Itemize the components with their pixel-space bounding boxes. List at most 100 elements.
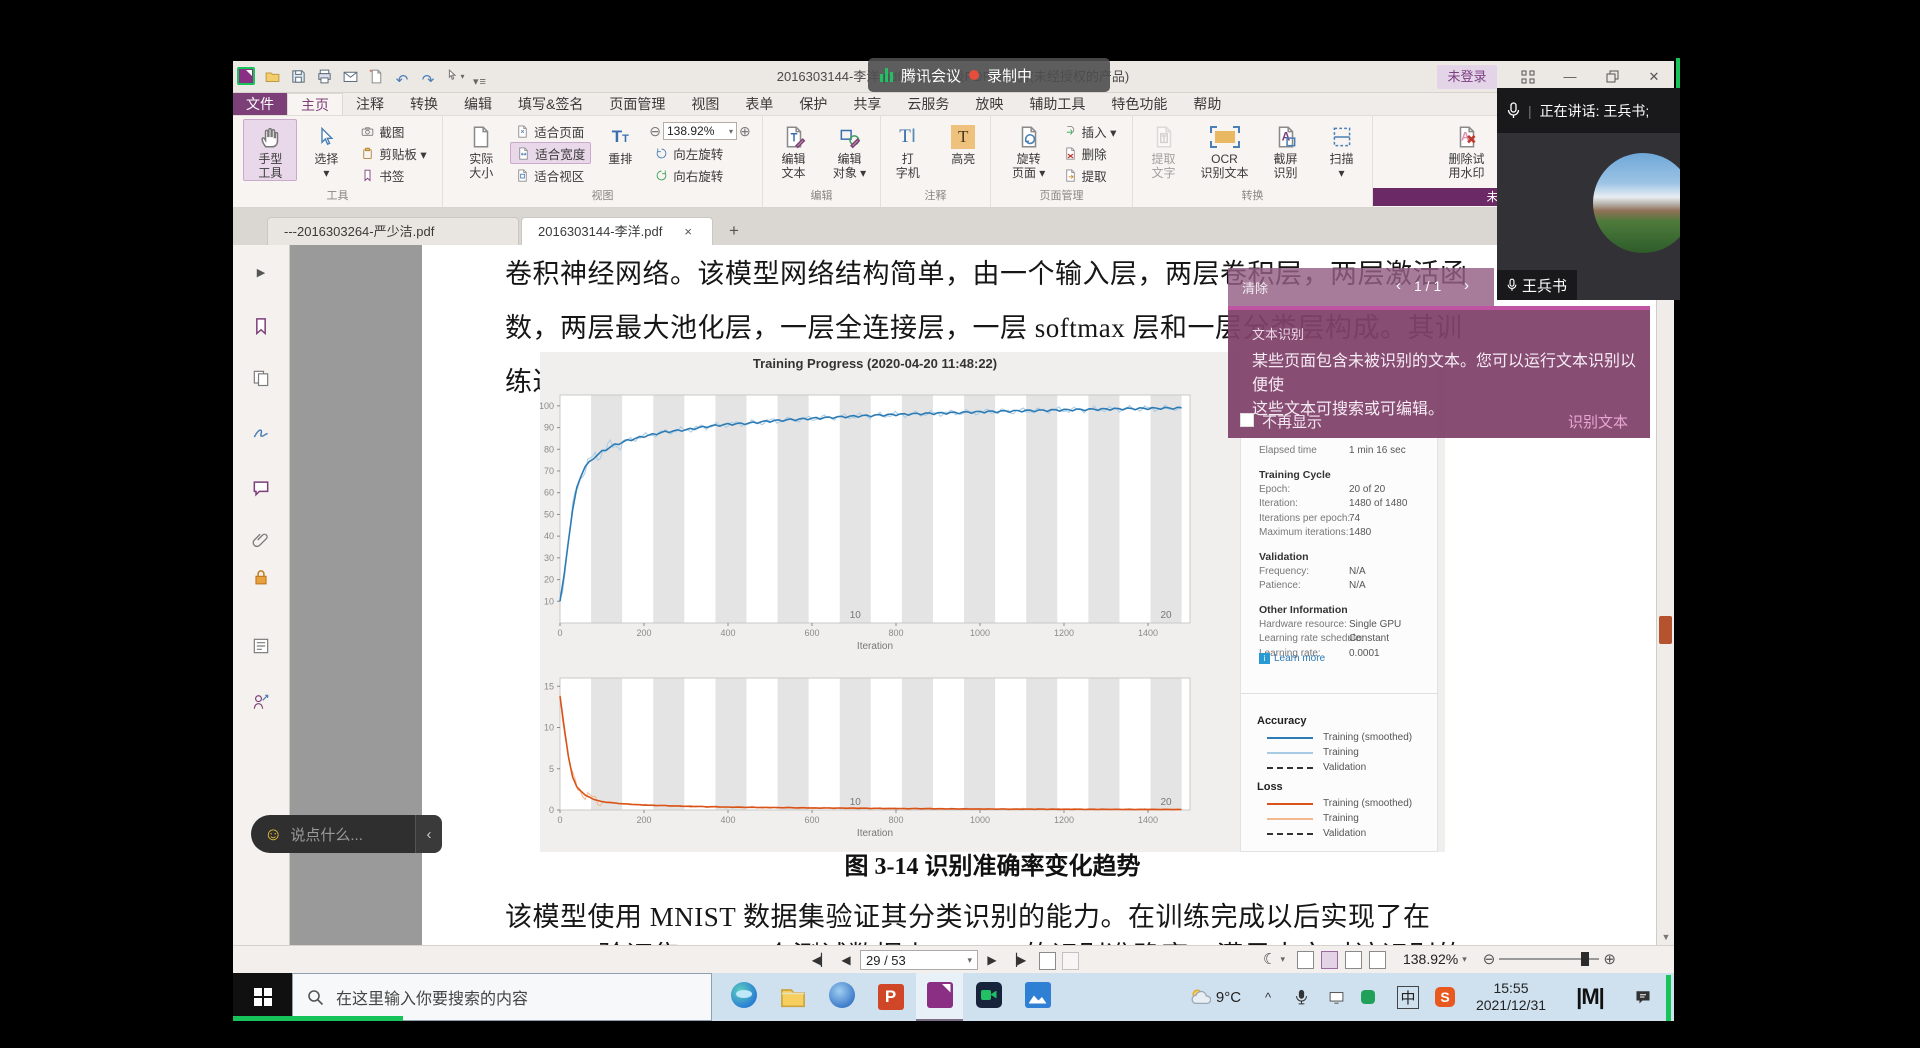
ribbon-tab-9[interactable]: 保护 [786,93,840,115]
fields-panel-icon[interactable] [248,633,274,659]
sogou-tray[interactable]: S [1430,973,1460,1021]
fit-page-button[interactable]: 适合页面 [510,120,591,142]
comments-panel-icon[interactable] [248,475,274,501]
ribbon-tab-2[interactable]: 注释 [343,93,397,115]
taskbar-app-powerpoint[interactable]: P [867,973,914,1021]
select-tool-button[interactable]: 选择▾ [299,119,353,181]
clock[interactable]: 15:552021/12/31 [1465,973,1557,1021]
zoom-out-icon[interactable]: ⊖ [649,123,661,140]
last-page-button[interactable]: ▕▶ [1006,950,1028,970]
hidden-icons[interactable]: ^ [1255,973,1281,1021]
ribbon-tab-11[interactable]: 云服务 [894,93,962,115]
remove-trial-watermark-button[interactable]: A 删除试用水印 [1437,119,1497,181]
meeting-video-window[interactable]: | 正在讲话: 王兵书; 王兵书 [1497,88,1680,300]
pointer-menu-icon[interactable]: ▾ [442,65,466,89]
undo-icon[interactable]: ↶ [390,68,414,92]
delete-pages-button[interactable]: 删除 [1058,142,1122,164]
highlight-button[interactable]: T 高亮 [937,119,991,167]
facing-page-icon[interactable] [1345,951,1362,969]
scrollbar-thumb[interactable] [1659,616,1672,644]
prev-page-button[interactable]: ◀ [835,950,857,970]
taskbar-app-tencent-meeting[interactable] [965,973,1012,1021]
ribbon-tab-12[interactable]: 放映 [962,93,1016,115]
clear-annotations-button[interactable]: 清除 [1242,278,1268,297]
ocr-recognize-button[interactable]: OCR识别文本 [1193,119,1257,181]
document-tab-1[interactable]: 2016303144-李洋.pdf× [521,217,713,245]
notification-center[interactable] [1623,973,1663,1021]
redo-icon[interactable]: ↷ [416,68,440,92]
display-tray[interactable] [1323,973,1349,1021]
foxit-logo-icon[interactable] [234,64,258,88]
zoom-dropdown-icon[interactable]: ▾ [1462,954,1467,965]
print-icon[interactable] [312,65,336,89]
collage-icon[interactable] [1513,64,1543,89]
night-mode-dropdown[interactable]: ▾ [1280,954,1285,965]
page-dropdown-icon[interactable]: ▾ [967,955,972,966]
weather[interactable]: 9°C [1180,973,1250,1021]
bookmark-button[interactable]: 书签 [355,164,431,186]
actual-size-button[interactable]: 实际大小 [454,119,508,181]
ime-indicator[interactable]: 中 [1393,973,1423,1021]
taskbar-app-edge[interactable] [720,973,767,1021]
taskbar-app-photos[interactable] [1014,973,1061,1021]
signature-panel-icon[interactable] [248,419,274,445]
ribbon-tab-4[interactable]: 编辑 [451,93,505,115]
next-view-icon[interactable] [1062,952,1079,970]
ribbon-tab-13[interactable]: 辅助工具 [1016,93,1098,115]
close-tab-icon[interactable]: × [684,224,692,239]
document-tab-0[interactable]: ---2016303264-严少洁.pdf [267,217,519,245]
emoji-icon[interactable]: ☺ [264,824,282,845]
vertical-scrollbar[interactable]: ▲ ▼ [1656,245,1674,945]
continuous-facing-icon[interactable] [1369,951,1386,969]
m-logo[interactable]: |M| [1565,973,1615,1021]
login-button[interactable]: 未登录 [1437,65,1497,89]
zoom-in-icon[interactable]: ⊕ [1603,950,1616,968]
snapshot-button[interactable]: 截图 [355,120,431,142]
ribbon-tab-7[interactable]: 视图 [678,93,732,115]
prev-page-icon[interactable]: ‹ [1396,277,1401,294]
screenshot-recognize-button[interactable]: A 截屏识别 [1259,119,1313,181]
edit-text-button[interactable]: 编辑文本 [767,119,821,181]
ribbon-zoom-value[interactable]: 138.92%▾ [663,122,737,140]
fit-visible-button[interactable]: 适合视区 [510,164,591,186]
ribbon-tab-5[interactable]: 填写&签名 [505,93,596,115]
panel-expand-icon[interactable]: ▶ [248,259,274,285]
close-button[interactable]: ✕ [1639,64,1669,89]
new-tab-button[interactable]: + [729,221,739,241]
more-commands-icon[interactable]: ▾≡ [468,70,492,94]
edit-object-button[interactable]: 编辑对象 ▾ [823,119,877,181]
prev-view-icon[interactable] [1039,952,1056,970]
tray-app-green[interactable] [1355,973,1381,1021]
ribbon-tab-14[interactable]: 特色功能 [1098,93,1180,115]
rotate-left-button[interactable]: 向左旋转 [649,142,750,164]
taskbar-app-foxit[interactable] [916,973,963,1021]
new-doc-icon[interactable]: * [364,65,388,89]
dont-show-again-checkbox[interactable] [1240,413,1254,427]
clipboard-button[interactable]: 剪贴板 ▾ [355,142,431,164]
single-page-icon[interactable] [1297,951,1314,969]
ribbon-tab-8[interactable]: 表单 [732,93,786,115]
chat-collapse-button[interactable]: ‹ [415,815,442,853]
taskbar-search[interactable]: 在这里输入你要搜索的内容 [292,973,712,1021]
rotate-right-button[interactable]: 向右旋转 [649,164,750,186]
ribbon-tab-10[interactable]: 共享 [840,93,894,115]
page-number-box[interactable]: 29 / 53▾ [860,950,978,970]
first-page-button[interactable]: ◀▏ [810,950,832,970]
ribbon-tab-15[interactable]: 帮助 [1180,93,1234,115]
fit-width-button[interactable]: 适合宽度 [510,142,591,164]
ribbon-tab-3[interactable]: 转换 [397,93,451,115]
minimize-button[interactable]: — [1555,64,1585,89]
next-page-button[interactable]: ▶ [981,950,1003,970]
scroll-down-icon[interactable]: ▼ [1657,932,1674,942]
email-icon[interactable] [338,65,362,89]
zoom-in-icon[interactable]: ⊕ [739,123,751,140]
hand-tool-button[interactable]: 手型工具 [243,119,297,181]
restore-button[interactable] [1597,64,1627,89]
continuous-page-icon[interactable] [1321,951,1338,969]
ribbon-tab-1[interactable]: 主页 [287,93,343,115]
reflow-button[interactable]: TT 重排 [593,119,647,167]
learn-more-link[interactable]: i Learn more [1259,653,1325,664]
open-icon[interactable] [260,65,284,89]
chat-input[interactable]: ☺ 说点什么... [251,815,415,853]
extract-pages-button[interactable]: 提取 [1058,164,1122,186]
